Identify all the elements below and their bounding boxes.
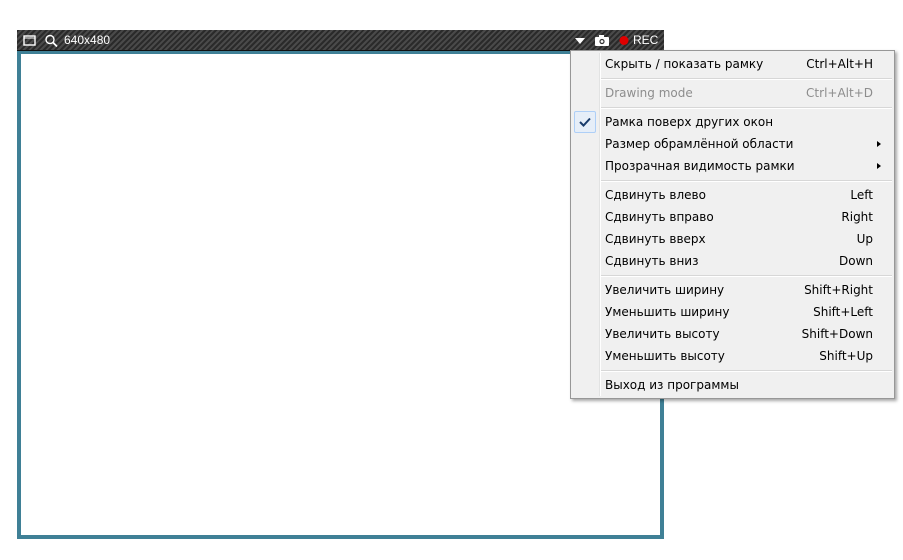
submenu-arrow-icon (877, 141, 881, 147)
menu-item-shortcut: Down (838, 254, 873, 268)
zoom-icon[interactable] (44, 34, 58, 47)
menu-item-label: Увеличить ширину (605, 283, 725, 297)
window-icon[interactable] (23, 34, 37, 47)
menu-item-exit[interactable]: Выход из программы (573, 374, 892, 396)
menu-item-drawing-mode[interactable]: Drawing mode Ctrl+Alt+D (573, 82, 892, 104)
menu-item-label: Прозрачная видимость рамки (605, 159, 795, 173)
menu-item-move-right[interactable]: Сдвинуть вправо Right (573, 206, 892, 228)
menu-item-shortcut: Left (850, 188, 873, 202)
frame-size-label: 640x480 (64, 33, 111, 47)
menu-separator (601, 275, 892, 277)
menu-separator (601, 107, 892, 109)
menu-item-label: Скрыть / показать рамку (605, 57, 764, 71)
menu-item-shortcut: Shift+Right (804, 283, 873, 297)
menu-item-move-left[interactable]: Сдвинуть влево Left (573, 184, 892, 206)
context-menu: Скрыть / показать рамку Ctrl+Alt+H Drawi… (570, 50, 895, 399)
menu-item-shortcut: Right (841, 210, 873, 224)
menu-item-shortcut: Ctrl+Alt+H (806, 57, 873, 71)
capture-frame-toolbar[interactable]: 640x480 REC (17, 30, 664, 51)
dropdown-arrow-icon[interactable] (573, 34, 587, 47)
menu-item-always-on-top[interactable]: Рамка поверх других окон (573, 111, 892, 133)
record-button[interactable]: REC (633, 33, 658, 48)
menu-item-label: Drawing mode (605, 86, 693, 100)
camera-icon[interactable] (594, 34, 610, 47)
menu-item-shortcut: Shift+Left (813, 305, 873, 319)
menu-separator (601, 370, 892, 372)
menu-item-increase-height[interactable]: Увеличить высоту Shift+Down (573, 323, 892, 345)
menu-item-toggle-frame[interactable]: Скрыть / показать рамку Ctrl+Alt+H (573, 53, 892, 75)
submenu-arrow-icon (877, 163, 881, 169)
checkmark-icon (579, 117, 591, 127)
capture-frame-area[interactable] (17, 51, 664, 539)
menu-item-label: Выход из программы (605, 378, 739, 392)
menu-item-label: Размер обрамлённой области (605, 137, 794, 151)
menu-item-label: Сдвинуть вправо (605, 210, 714, 224)
menu-separator (601, 180, 892, 182)
record-dot-icon[interactable] (618, 34, 630, 47)
menu-item-move-down[interactable]: Сдвинуть вниз Down (573, 250, 892, 272)
menu-item-decrease-height[interactable]: Уменьшить высоту Shift+Up (573, 345, 892, 367)
menu-item-label: Рамка поверх других окон (605, 115, 774, 129)
menu-item-frame-size[interactable]: Размер обрамлённой области (573, 133, 892, 155)
menu-item-move-up[interactable]: Сдвинуть вверх Up (573, 228, 892, 250)
menu-item-shortcut: Shift+Up (819, 349, 873, 363)
menu-separator (601, 78, 892, 80)
menu-check-highlight (574, 111, 596, 133)
menu-item-label: Сдвинуть вверх (605, 232, 706, 246)
menu-item-label: Уменьшить высоту (605, 349, 725, 363)
menu-item-increase-width[interactable]: Увеличить ширину Shift+Right (573, 279, 892, 301)
menu-item-label: Увеличить высоту (605, 327, 720, 341)
menu-item-shortcut: Shift+Down (801, 327, 873, 341)
menu-item-label: Сдвинуть вниз (605, 254, 699, 268)
menu-item-label: Сдвинуть влево (605, 188, 706, 202)
menu-item-decrease-width[interactable]: Уменьшить ширину Shift+Left (573, 301, 892, 323)
menu-item-shortcut: Up (856, 232, 873, 246)
menu-item-frame-transparency[interactable]: Прозрачная видимость рамки (573, 155, 892, 177)
menu-item-shortcut: Ctrl+Alt+D (806, 86, 873, 100)
menu-item-label: Уменьшить ширину (605, 305, 730, 319)
